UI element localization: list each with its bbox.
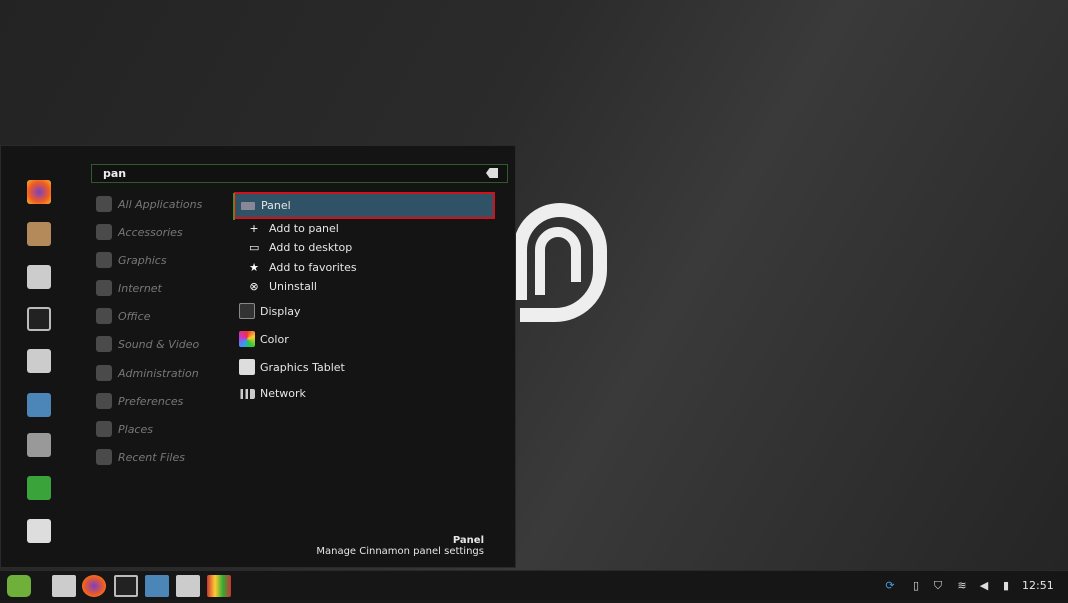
update-icon[interactable] <box>27 433 51 457</box>
administration-icon <box>96 365 112 381</box>
category-all-applications[interactable]: All Applications <box>96 194 202 214</box>
taskbar-files-icon[interactable] <box>52 575 76 597</box>
category-label: Graphics <box>118 254 167 267</box>
monitor-icon: ▭ <box>249 241 259 254</box>
menu-item-label: Add to favorites <box>269 261 357 274</box>
network-icon <box>239 389 255 399</box>
graphics-icon <box>96 252 112 268</box>
description-title: Panel <box>316 535 484 546</box>
clipboard-icon[interactable]: ▯ <box>910 579 922 593</box>
screenshot-icon[interactable] <box>27 393 51 417</box>
description-text: Manage Cinnamon panel settings <box>316 546 484 557</box>
logout-icon[interactable] <box>27 476 51 500</box>
settings-icon[interactable] <box>27 265 51 289</box>
category-accessories[interactable]: Accessories <box>96 222 183 242</box>
taskbar-settings-icon[interactable] <box>176 575 200 597</box>
panel-icon <box>241 202 255 210</box>
shield-icon[interactable]: ⛉ <box>932 579 944 593</box>
wifi-icon[interactable]: ≋ <box>956 579 968 593</box>
menu-item-label: Add to desktop <box>269 241 352 254</box>
result-color[interactable]: Color <box>239 331 289 347</box>
terminal-icon[interactable] <box>27 307 51 331</box>
uninstall-item[interactable]: ⊗ Uninstall <box>249 280 317 293</box>
description-area: PanelManage Cinnamon panel settings <box>316 535 484 557</box>
application-menu: All Applications Accessories Graphics In… <box>0 145 516 568</box>
category-recent-files[interactable]: Recent Files <box>96 447 185 467</box>
office-icon <box>96 308 112 324</box>
search-input[interactable] <box>103 167 473 180</box>
category-label: Internet <box>118 282 162 295</box>
result-label: Network <box>260 387 306 400</box>
taskbar: ⟳ ▯ ⛉ ≋ ◀ ▮ 12:51 <box>0 570 1068 600</box>
result-graphics-tablet[interactable]: Graphics Tablet <box>239 359 345 375</box>
result-label: Display <box>260 305 301 318</box>
internet-icon <box>96 280 112 296</box>
category-internet[interactable]: Internet <box>96 278 162 298</box>
result-network[interactable]: Network <box>239 387 306 400</box>
search-box[interactable] <box>91 164 508 183</box>
clock[interactable]: 12:51 <box>1022 579 1054 592</box>
uninstall-icon: ⊗ <box>249 280 259 293</box>
result-display[interactable]: Display <box>239 303 301 319</box>
category-label: All Applications <box>118 198 202 211</box>
category-label: Places <box>118 423 153 436</box>
add-to-favorites-item[interactable]: ★ Add to favorites <box>249 261 357 274</box>
grid-icon <box>96 196 112 212</box>
menu-item-label: Add to panel <box>269 222 339 235</box>
sync-icon[interactable]: ⟳ <box>884 579 896 593</box>
preferences-icon <box>96 393 112 409</box>
sound-video-icon <box>96 336 112 352</box>
category-office[interactable]: Office <box>96 306 150 326</box>
category-label: Recent Files <box>118 451 185 464</box>
result-label: Graphics Tablet <box>260 361 345 374</box>
taskbar-firefox-icon[interactable] <box>82 575 106 597</box>
category-label: Administration <box>118 367 199 380</box>
places-icon <box>96 421 112 437</box>
taskbar-terminal-icon[interactable] <box>114 575 138 597</box>
taskbar-screenshot-icon[interactable] <box>145 575 169 597</box>
clear-search-icon[interactable] <box>486 168 498 178</box>
menu-button-mint-icon[interactable] <box>7 575 31 597</box>
result-panel[interactable]: Panel <box>234 192 495 219</box>
tablet-icon <box>239 359 255 375</box>
category-label: Sound & Video <box>118 338 199 351</box>
category-administration[interactable]: Administration <box>96 363 199 383</box>
category-graphics[interactable]: Graphics <box>96 250 167 270</box>
add-to-desktop-item[interactable]: ▭ Add to desktop <box>249 241 352 254</box>
recent-files-icon <box>96 449 112 465</box>
package-icon[interactable] <box>27 222 51 246</box>
result-label: Color <box>260 333 289 346</box>
add-to-panel-item[interactable]: + Add to panel <box>249 222 339 235</box>
accessories-icon <box>96 224 112 240</box>
category-sound-video[interactable]: Sound & Video <box>96 334 199 354</box>
category-label: Office <box>118 310 150 323</box>
category-label: Preferences <box>118 395 183 408</box>
plus-icon: + <box>249 222 259 235</box>
color-icon <box>239 331 255 347</box>
taskbar-app-icon[interactable] <box>207 575 231 597</box>
category-places[interactable]: Places <box>96 419 153 439</box>
battery-icon[interactable]: ▮ <box>1000 579 1012 593</box>
files-icon[interactable] <box>27 349 51 373</box>
display-icon <box>239 303 255 319</box>
category-preferences[interactable]: Preferences <box>96 391 183 411</box>
result-label: Panel <box>261 199 291 212</box>
volume-icon[interactable]: ◀ <box>978 579 990 593</box>
firefox-icon[interactable] <box>27 180 51 204</box>
menu-item-label: Uninstall <box>269 280 317 293</box>
category-label: Accessories <box>118 226 183 239</box>
lock-icon[interactable] <box>27 519 51 543</box>
star-icon: ★ <box>249 261 259 274</box>
